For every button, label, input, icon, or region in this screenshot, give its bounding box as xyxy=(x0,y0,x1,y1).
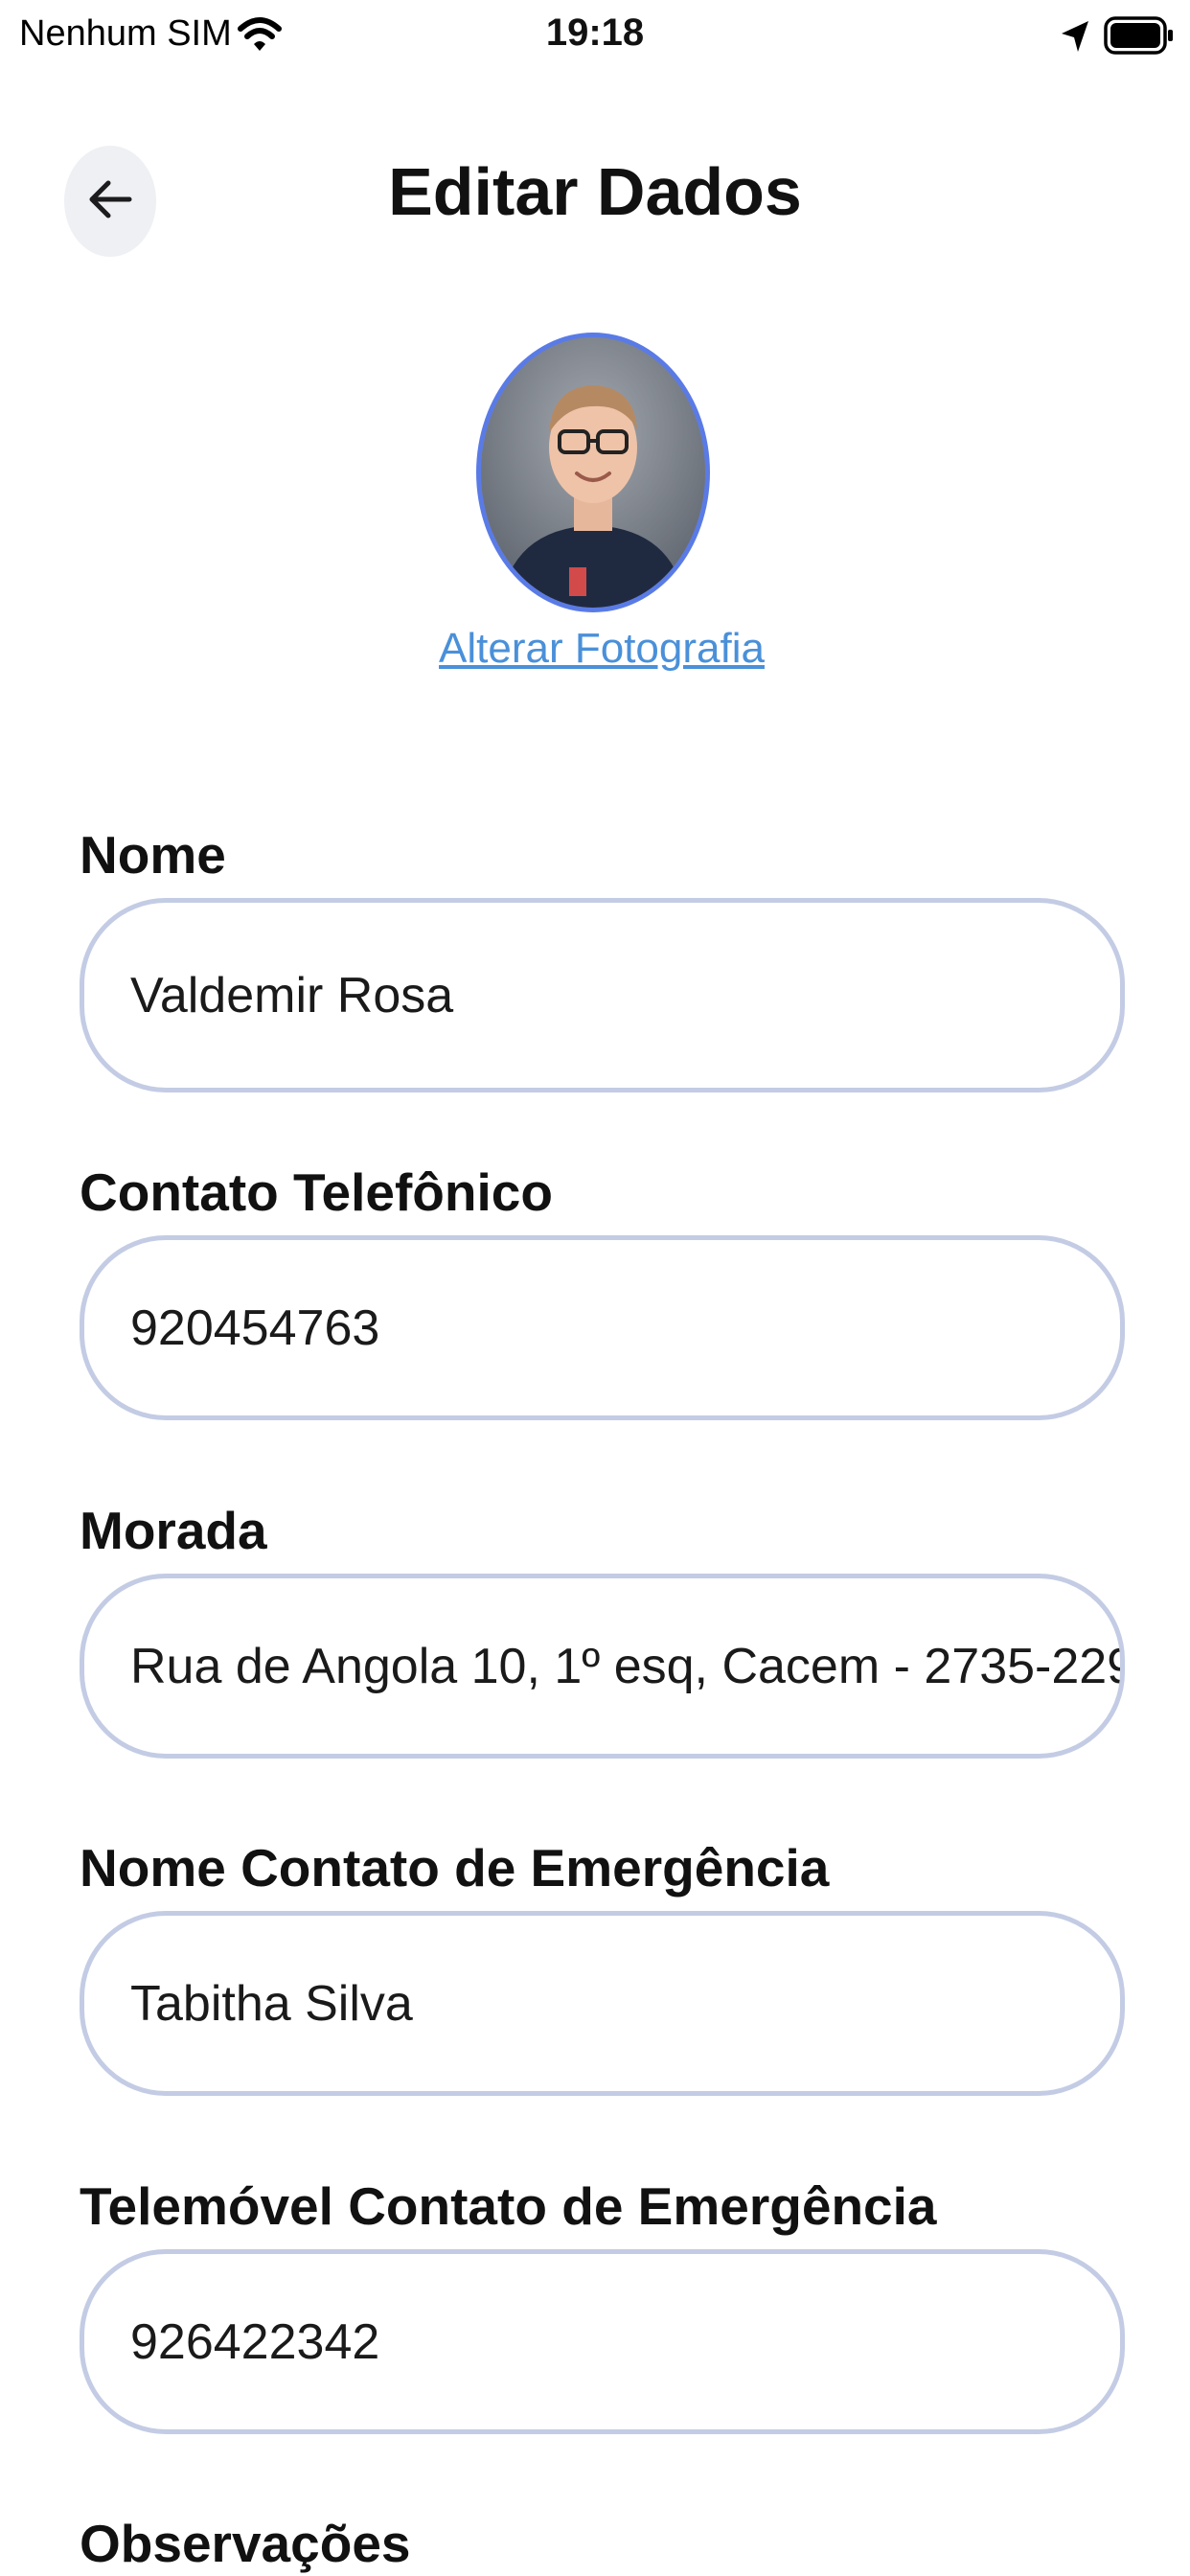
address-label: Morada xyxy=(80,1501,267,1560)
emergency-phone-label: Telemóvel Contato de Emergência xyxy=(80,2176,937,2236)
address-field[interactable] xyxy=(80,1574,1125,1759)
notes-label: Observações xyxy=(80,2514,411,2573)
page-title: Editar Dados xyxy=(388,154,802,229)
profile-photo xyxy=(481,337,705,608)
phone-label: Contato Telefônico xyxy=(80,1162,553,1222)
change-photo-link[interactable]: Alterar Fotografia xyxy=(0,625,1190,673)
battery-icon xyxy=(1104,15,1175,60)
name-field[interactable] xyxy=(80,898,1125,1092)
avatar[interactable] xyxy=(476,333,710,612)
status-time: 19:18 xyxy=(545,12,645,54)
location-arrow-icon xyxy=(1060,19,1090,58)
phone-field[interactable] xyxy=(80,1235,1125,1420)
emergency-name-field[interactable] xyxy=(80,1911,1125,2096)
name-label: Nome xyxy=(80,825,226,885)
emergency-name-label: Nome Contato de Emergência xyxy=(80,1838,830,1898)
emergency-phone-field[interactable] xyxy=(80,2249,1125,2434)
status-bar: Nenhum SIM 19:18 xyxy=(0,0,1190,72)
